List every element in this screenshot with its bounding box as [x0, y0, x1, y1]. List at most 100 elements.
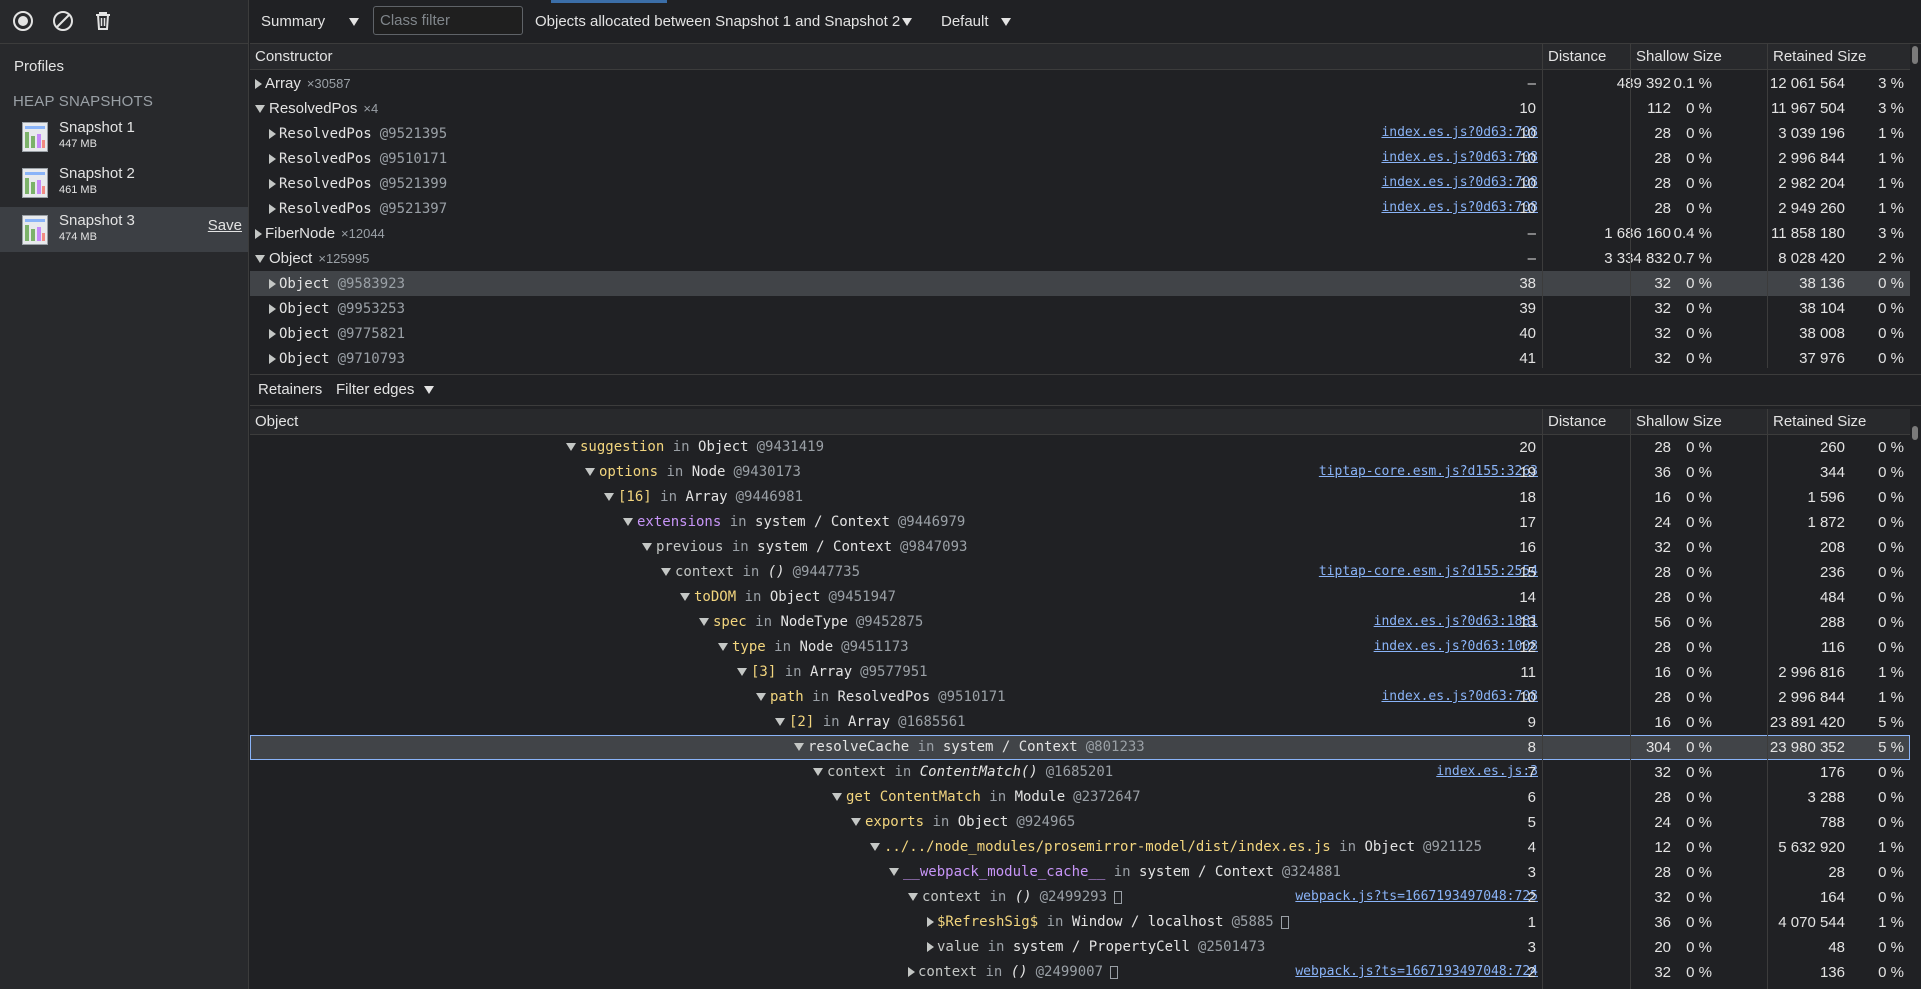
expanded-triangle-icon[interactable]	[718, 643, 728, 651]
retainer-path-cell: type in Node @9451173	[718, 639, 909, 655]
expanded-triangle-icon[interactable]	[775, 718, 785, 726]
retainer-row[interactable]: type in Node @9451173 index.es.js?0d63:100…	[250, 635, 1910, 660]
collapsed-triangle-icon[interactable]	[255, 229, 262, 240]
expanded-triangle-icon[interactable]	[908, 893, 918, 901]
object-instance-row[interactable]: Object @9775821 40 32 0 % 38 008 0 %	[250, 321, 1910, 346]
retainer-row[interactable]: context in ContentMatch() @1685201 index.e…	[250, 760, 1910, 785]
clear-icon[interactable]	[51, 9, 75, 33]
retainer-row[interactable]: extensions in system / Context @9446979 17…	[250, 510, 1910, 535]
collapsed-triangle-icon[interactable]	[927, 942, 934, 952]
column-header-distance[interactable]: Distance	[1548, 413, 1606, 430]
column-header-shallow-size[interactable]: Shallow Size	[1636, 48, 1722, 65]
retainer-row[interactable]: [3] in Array @9577951 11 16 0 % 2 996 816 1 %	[250, 660, 1910, 685]
object-instance-row[interactable]: ResolvedPos @9510171 index.es.js?0d63:708 1…	[250, 146, 1910, 171]
column-header-retained-size[interactable]: Retained Size	[1773, 48, 1866, 65]
save-snapshot-link[interactable]: Save	[208, 217, 242, 234]
class-filter-input[interactable]	[373, 6, 523, 35]
retainers-title[interactable]: Retainers	[258, 381, 322, 398]
expanded-triangle-icon[interactable]	[566, 443, 576, 451]
filter-select[interactable]: Default	[941, 13, 1011, 30]
expanded-triangle-icon[interactable]	[604, 493, 614, 501]
expanded-triangle-icon[interactable]	[851, 818, 861, 826]
retainer-row[interactable]: value in system / PropertyCell @2501473 3 2…	[250, 935, 1910, 960]
retainer-row[interactable]: $RefreshSig$ in Window / localhost @5885 1…	[250, 910, 1910, 935]
constructor-group-row[interactable]: Array ×30587–489 392 0.1 % 12 061 564 3 %	[250, 71, 1910, 96]
retainer-row[interactable]: exports in Object @924965 5 24 0 % 788 0 %	[250, 810, 1910, 835]
object-id: @9452875	[855, 614, 924, 630]
retainer-row[interactable]: context in () @9447735 tiptap-core.esm.js?…	[250, 560, 1910, 585]
object-instance-row[interactable]: ResolvedPos @9521397 index.es.js?0d63:708 1…	[250, 196, 1910, 221]
retainer-row[interactable]: context in () @2499293 webpack.js?ts=16671…	[250, 885, 1910, 910]
object-instance-row[interactable]: ResolvedPos @9521395 index.es.js?0d63:708 1…	[250, 121, 1910, 146]
collapsed-triangle-icon[interactable]	[269, 354, 276, 365]
expanded-triangle-icon[interactable]	[737, 668, 747, 676]
range-select[interactable]: Objects allocated between Snapshot 1 and…	[535, 13, 913, 30]
snapshot-icon	[22, 168, 48, 198]
object-instance-row[interactable]: Object @9953253 39 32 0 % 38 104 0 %	[250, 296, 1910, 321]
snapshot-item-2[interactable]: Snapshot 2 461 MB	[0, 160, 248, 205]
retainer-row[interactable]: get ContentMatch in Module @2372647 6 28 0 %…	[250, 785, 1910, 810]
expanded-triangle-icon[interactable]	[642, 543, 652, 551]
retainer-row[interactable]: [2] in Array @1685561 9 16 0 % 23 891 420 5 %	[250, 710, 1910, 735]
collapsed-triangle-icon[interactable]	[269, 204, 276, 215]
collapsed-triangle-icon[interactable]	[255, 79, 262, 90]
collapsed-triangle-icon[interactable]	[927, 917, 934, 927]
object-instance-row[interactable]: Object @9710793 41 32 0 % 37 976 0 %	[250, 346, 1910, 371]
summary-scrollbar[interactable]	[1912, 46, 1918, 64]
collapsed-triangle-icon[interactable]	[269, 154, 276, 165]
expanded-triangle-icon[interactable]	[699, 618, 709, 626]
expanded-triangle-icon[interactable]	[661, 568, 671, 576]
column-header-shallow-size[interactable]: Shallow Size	[1636, 413, 1722, 430]
retainer-row[interactable]: previous in system / Context @9847093 16 32…	[250, 535, 1910, 560]
retainer-row[interactable]: toDOM in Object @9451947 14 28 0 % 484 0 %	[250, 585, 1910, 610]
object-id: @9521395	[379, 126, 448, 142]
retained-size-percent: 0 %	[1878, 350, 1904, 367]
object-instance-row[interactable]: ResolvedPos @9521399 index.es.js?0d63:708 1…	[250, 171, 1910, 196]
expanded-triangle-icon[interactable]	[623, 518, 633, 526]
trash-icon[interactable]	[91, 9, 115, 33]
retainer-row[interactable]: context in () @2499007 webpack.js?ts=16671…	[250, 960, 1910, 985]
retainer-row[interactable]: ../../node_modules/prosemirror-model/dis…	[250, 835, 1910, 860]
instance-count: ×12044	[341, 226, 385, 241]
expanded-triangle-icon[interactable]	[255, 105, 265, 114]
retainer-row[interactable]: __webpack_module_cache__ in system / Con…	[250, 860, 1910, 885]
retained-size-percent: 0 %	[1878, 964, 1904, 981]
collapsed-triangle-icon[interactable]	[269, 129, 276, 140]
column-header-object[interactable]: Object	[255, 413, 298, 430]
retainer-row[interactable]: [16] in Array @9446981 18 16 0 % 1 596 0 %	[250, 485, 1910, 510]
expanded-triangle-icon[interactable]	[889, 868, 899, 876]
column-header-constructor[interactable]: Constructor	[255, 48, 333, 65]
expanded-triangle-icon[interactable]	[813, 768, 823, 776]
retainer-row[interactable]: spec in NodeType @9452875 index.es.js?0d63…	[250, 610, 1910, 635]
column-header-distance[interactable]: Distance	[1548, 48, 1606, 65]
expanded-triangle-icon[interactable]	[832, 793, 842, 801]
view-select[interactable]: Summary	[261, 13, 360, 30]
retained-size-percent: 0 %	[1878, 564, 1904, 581]
collapsed-triangle-icon[interactable]	[269, 279, 276, 290]
expanded-triangle-icon[interactable]	[255, 255, 265, 264]
object-instance-row[interactable]: Object @9583923 38 32 0 % 38 136 0 %	[250, 271, 1910, 296]
collapsed-triangle-icon[interactable]	[269, 179, 276, 190]
expanded-triangle-icon[interactable]	[585, 468, 595, 476]
collapsed-triangle-icon[interactable]	[908, 967, 915, 977]
collapsed-triangle-icon[interactable]	[269, 329, 276, 340]
filter-edges-select[interactable]: Filter edges	[336, 381, 435, 398]
retainer-row[interactable]: options in Node @9430173 tiptap-core.esm.j…	[250, 460, 1910, 485]
record-icon[interactable]	[11, 9, 35, 33]
expanded-triangle-icon[interactable]	[794, 743, 804, 751]
constructor-group-row[interactable]: ResolvedPos ×4 10 112 0 % 11 967 504 3 %	[250, 96, 1910, 121]
expanded-triangle-icon[interactable]	[756, 693, 766, 701]
retainer-row[interactable]: path in ResolvedPos @9510171 index.es.js?0…	[250, 685, 1910, 710]
constructor-group-row[interactable]: Object ×125995–3 334 832 0.7 % 8 028 420 2 %	[250, 246, 1910, 271]
snapshot-item-3[interactable]: Snapshot 3 474 MB Save	[0, 207, 248, 252]
retainers-scrollbar[interactable]	[1912, 426, 1918, 440]
expanded-triangle-icon[interactable]	[870, 843, 880, 851]
distance-value: 10	[1519, 200, 1536, 217]
column-header-retained-size[interactable]: Retained Size	[1773, 413, 1866, 430]
snapshot-item-1[interactable]: Snapshot 1 447 MB	[0, 114, 248, 159]
collapsed-triangle-icon[interactable]	[269, 304, 276, 315]
constructor-group-row[interactable]: FiberNode ×12044–1 686 160 0.4 % 11 858 180…	[250, 221, 1910, 246]
retainer-row[interactable]: resolveCache in system / Context @801233 8…	[250, 735, 1910, 760]
retainer-row[interactable]: suggestion in Object @9431419 20 28 0 % 260 0 …	[250, 435, 1910, 460]
expanded-triangle-icon[interactable]	[680, 593, 690, 601]
